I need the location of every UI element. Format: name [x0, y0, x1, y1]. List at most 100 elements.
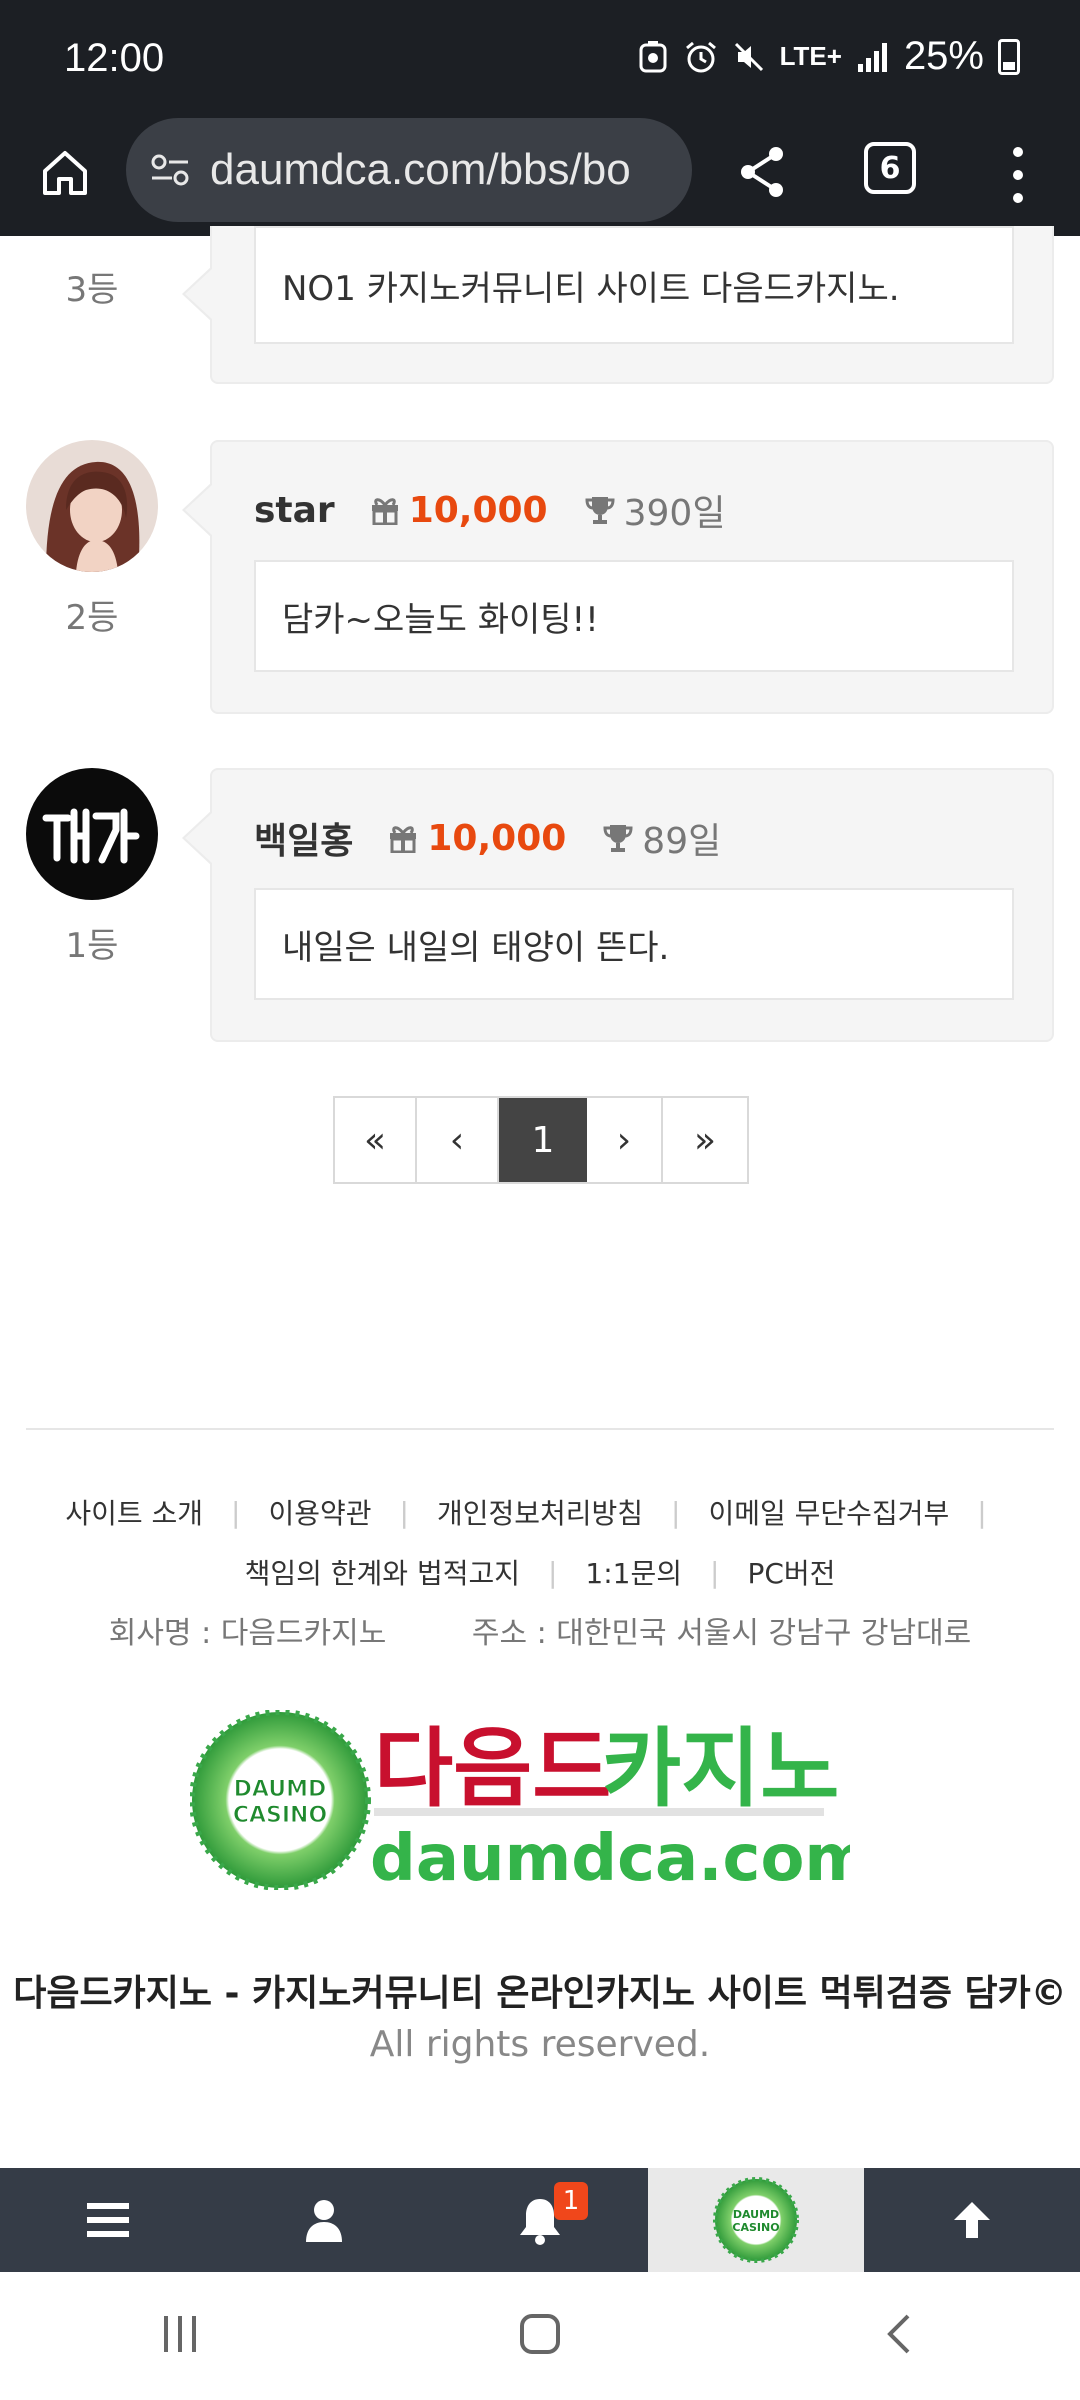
gift-icon	[390, 826, 417, 853]
mute-icon	[732, 40, 766, 74]
days-value: 89일	[642, 821, 722, 862]
system-home-icon	[520, 2314, 560, 2354]
system-home-button[interactable]	[518, 2312, 562, 2360]
footer-link-legal[interactable]: 책임의 한계와 법적고지	[245, 1552, 520, 1592]
divider: |	[231, 1495, 241, 1529]
comment-message: 담카~오늘도 화이팅!!	[254, 560, 1014, 672]
comment-meta: star 10,000 390일	[254, 484, 725, 536]
footer-link-inquiry[interactable]: 1:1문의	[585, 1552, 682, 1592]
bottom-navigation: 1 DAUMD CASINO	[0, 2168, 1080, 2272]
status-bar: 12:00 LTE+ 25%	[0, 0, 1080, 118]
share-button[interactable]	[730, 140, 794, 204]
first-page-button[interactable]: «	[335, 1098, 417, 1182]
trophy-icon	[585, 497, 615, 524]
svg-text:CASINO: CASINO	[732, 2221, 779, 2234]
author-name[interactable]: star	[254, 490, 335, 531]
dot	[1013, 193, 1023, 204]
svg-text:daumdca.com: daumdca.com	[370, 1822, 850, 1890]
current-page-button[interactable]: 1	[499, 1098, 587, 1182]
footer-link-email-policy[interactable]: 이메일 무단수집거부	[708, 1492, 949, 1532]
battery-icon	[998, 38, 1020, 75]
svg-text:다음드: 다음드	[374, 1719, 611, 1819]
url-text: daumdca.com/bbs/bo	[210, 145, 631, 194]
rank-label: 1등	[65, 926, 119, 966]
home-icon	[43, 151, 87, 195]
tab-switcher-button[interactable]: 6	[864, 142, 916, 194]
comment-meta: 백일홍 10,000 89일	[254, 812, 721, 864]
next-page-button[interactable]: ›	[587, 1098, 663, 1182]
alarm-icon	[684, 40, 718, 74]
status-time: 12:00	[64, 36, 165, 80]
points-info: 10,000	[369, 490, 548, 531]
system-navigation-bar	[0, 2272, 1080, 2400]
days-info: 390일	[584, 484, 726, 536]
nav-menu-button[interactable]	[0, 2168, 216, 2272]
avatar[interactable]	[26, 768, 158, 900]
site-settings-icon[interactable]	[148, 148, 192, 192]
nav-home-logo-button[interactable]: DAUMD CASINO	[648, 2168, 864, 2272]
comment-bubble: 백일홍 10,000 89일 내일은 내일의 태양이 뜬다.	[182, 768, 1054, 1042]
address-bar[interactable]: daumdca.com/bbs/bo	[126, 118, 692, 222]
avatar-image	[26, 440, 158, 572]
svg-text:DAUMD: DAUMD	[733, 2208, 779, 2221]
user-icon	[306, 2200, 342, 2242]
footer-link-about[interactable]: 사이트 소개	[65, 1492, 203, 1532]
divider: |	[671, 1495, 681, 1529]
author-name[interactable]: 백일홍	[254, 812, 353, 864]
days-value: 390일	[623, 493, 726, 534]
divider: |	[547, 1555, 558, 1589]
site-logo[interactable]: DAUMD CASINO 다음드 카지노 daumdca.com	[189, 1709, 871, 1896]
network-type: LTE+	[779, 41, 842, 71]
recent-apps-icon	[164, 2316, 196, 2352]
footer-divider	[26, 1428, 1054, 1430]
divider: |	[977, 1495, 987, 1529]
divider: |	[399, 1495, 409, 1529]
pagination: « ‹ 1 › »	[333, 1096, 749, 1184]
back-icon	[887, 2314, 910, 2354]
home-button[interactable]	[30, 138, 100, 208]
copyright-text: 다음드카지노 - 카지노커뮤니티 온라인카지노 사이트 먹튀검증 담카©	[13, 1973, 1067, 2014]
days-info: 89일	[602, 812, 721, 864]
screenshot-icon	[636, 40, 670, 74]
arrow-up-icon	[954, 2202, 990, 2238]
comment-bubble: NO1 카지노커뮤니티 사이트 다음드카지노.	[182, 226, 1054, 384]
nav-user-button[interactable]	[216, 2168, 432, 2272]
svg-text:카지노: 카지노	[602, 1719, 839, 1819]
footer-link-privacy[interactable]: 개인정보처리방침	[437, 1492, 643, 1532]
footer-link-terms[interactable]: 이용약관	[268, 1492, 371, 1532]
nav-notification-button[interactable]: 1	[432, 2168, 648, 2272]
footer-link-pc-version[interactable]: PC버전	[747, 1552, 835, 1592]
dot	[1013, 169, 1023, 180]
avatar[interactable]	[26, 440, 158, 572]
site-logo-icon: DAUMD CASINO	[713, 2177, 799, 2263]
footer-links-row: 사이트 소개 | 이용약관 | 개인정보처리방침 | 이메일 무단수집거부 |	[0, 1492, 1080, 1532]
nav-scroll-top-button[interactable]	[864, 2168, 1080, 2272]
recent-apps-button[interactable]	[158, 2312, 202, 2360]
points-info: 10,000	[387, 818, 566, 859]
more-menu-button[interactable]	[998, 140, 1038, 210]
rank-label: 2등	[65, 598, 119, 638]
trophy-icon	[603, 825, 633, 852]
dot	[1013, 146, 1023, 157]
comment-message: NO1 카지노커뮤니티 사이트 다음드카지노.	[254, 226, 1014, 344]
prev-page-button[interactable]: ‹	[417, 1098, 499, 1182]
points-value: 10,000	[427, 817, 567, 859]
status-icons: LTE+ 25%	[636, 34, 1020, 79]
comment-message: 내일은 내일의 태양이 뜬다.	[254, 888, 1014, 1000]
rank-label: 3등	[65, 270, 119, 310]
svg-text:DAUMD: DAUMD	[234, 1777, 327, 1802]
last-page-button[interactable]: »	[663, 1098, 747, 1182]
hamburger-icon	[87, 2203, 129, 2237]
notification-badge: 1	[554, 2182, 588, 2220]
footer-links-row: 책임의 한계와 법적고지 | 1:1문의 | PC버전	[0, 1552, 1080, 1592]
comment-bubble: star 10,000 390일 담카~오늘도 화이팅!!	[182, 440, 1054, 714]
system-back-button[interactable]	[878, 2312, 922, 2360]
avatar-image	[26, 768, 158, 900]
company-address: 주소 : 대한민국 서울시 강남구 강남대로	[471, 1616, 972, 1651]
browser-toolbar: daumdca.com/bbs/bo 6	[0, 118, 1080, 236]
points-value: 10,000	[408, 489, 548, 531]
divider: |	[710, 1555, 720, 1589]
company-name: 회사명 : 다음드카지노	[108, 1616, 387, 1651]
battery-percent: 25%	[903, 34, 984, 78]
company-info: 회사명 : 다음드카지노 주소 : 대한민국 서울시 강남구 강남대로	[0, 1608, 1080, 1652]
